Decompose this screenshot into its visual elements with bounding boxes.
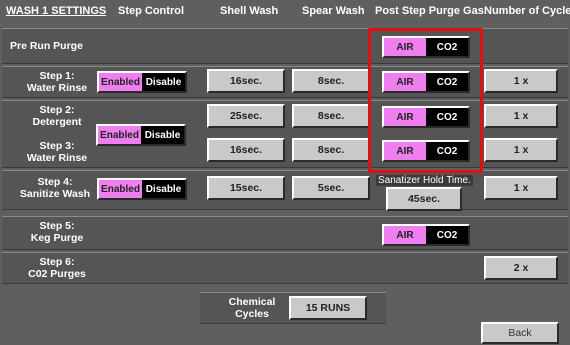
air-option[interactable]: AIR [384, 73, 426, 91]
steps-2-3-control-toggle[interactable]: Enabled Disable [96, 124, 186, 146]
step-4-cycles-button[interactable]: 1 x [484, 176, 558, 200]
step-4-shell-wash-button[interactable]: 15sec. [207, 176, 285, 200]
step-1-name: Water Rinse [26, 82, 88, 94]
pre-run-purge-gas-toggle[interactable]: AIR CO2 [382, 36, 470, 58]
step-5-purge-gas-toggle[interactable]: AIR CO2 [382, 224, 470, 246]
disable-option[interactable]: Disable [141, 126, 184, 144]
step-1-control-toggle[interactable]: Enabled Disable [97, 71, 187, 93]
step-5-name: Keg Purge [30, 232, 84, 244]
step-2-label: Step 2: Detergent [22, 104, 92, 128]
step-3-shell-wash-button[interactable]: 16sec. [207, 138, 285, 162]
step-2-purge-gas-toggle[interactable]: AIR CO2 [382, 106, 470, 128]
step-1-number: Step 1: [39, 70, 75, 82]
step-3-number: Step 3: [39, 140, 75, 152]
step-4-number: Step 4: [37, 176, 73, 188]
column-header-spear-wash: Spear Wash [302, 5, 365, 17]
co2-option[interactable]: CO2 [426, 142, 468, 160]
column-header-step-control: Step Control [118, 5, 184, 17]
step-3-spear-wash-button[interactable]: 8sec. [292, 138, 370, 162]
pre-run-purge-label: Pre Run Purge [10, 40, 83, 52]
step-1-purge-gas-toggle[interactable]: AIR CO2 [382, 71, 470, 93]
step-2-number: Step 2: [39, 104, 75, 116]
chemical-label-line-1: Chemical [228, 296, 276, 308]
co2-option[interactable]: CO2 [426, 38, 468, 56]
step-2-name: Detergent [32, 116, 82, 128]
co2-option[interactable]: CO2 [426, 73, 468, 91]
step-1-shell-wash-button[interactable]: 16sec. [207, 69, 285, 93]
step-3-label: Step 3: Water Rinse [22, 140, 92, 164]
step-3-name: Water Rinse [26, 152, 88, 164]
step-1-spear-wash-button[interactable]: 8sec. [292, 69, 370, 93]
step-3-cycles-button[interactable]: 1 x [484, 138, 558, 162]
enabled-option[interactable]: Enabled [99, 73, 142, 91]
row-pre-run-purge [2, 28, 568, 64]
step-5-label: Step 5: Keg Purge [22, 220, 92, 244]
page-title: WASH 1 SETTINGS [6, 5, 107, 17]
column-header-shell-wash: Shell Wash [220, 5, 279, 17]
step-2-spear-wash-button[interactable]: 8sec. [292, 104, 370, 128]
column-header-cycles: Number of Cycles [484, 5, 570, 17]
step-4-spear-wash-button[interactable]: 5sec. [292, 176, 370, 200]
disable-option[interactable]: Disable [142, 73, 185, 91]
step-6-label: Step 6: C02 Purges [22, 256, 92, 280]
co2-option[interactable]: CO2 [426, 108, 468, 126]
step-2-shell-wash-button[interactable]: 25sec. [207, 104, 285, 128]
enabled-option[interactable]: Enabled [99, 180, 142, 198]
chemical-cycles-label: Chemical Cycles [222, 296, 282, 320]
chemical-label-line-2: Cycles [235, 308, 269, 320]
step-2-cycles-button[interactable]: 1 x [484, 104, 558, 128]
co2-option[interactable]: CO2 [426, 226, 468, 244]
step-1-label: Step 1: Water Rinse [22, 70, 92, 94]
column-header-purge-gas: Post Step Purge Gas [375, 5, 484, 17]
sanitizer-hold-time-label: Sanatizer Hold Time. [376, 175, 473, 186]
step-6-cycles-button[interactable]: 2 x [484, 256, 558, 280]
step-4-label: Step 4: Sanitize Wash [18, 176, 92, 200]
step-5-number: Step 5: [39, 220, 75, 232]
header-bar: WASH 1 SETTINGS Step Control Shell Wash … [0, 0, 570, 22]
air-option[interactable]: AIR [384, 38, 426, 56]
air-option[interactable]: AIR [384, 108, 426, 126]
back-button[interactable]: Back [481, 322, 559, 344]
enabled-option[interactable]: Enabled [98, 126, 141, 144]
step-1-cycles-button[interactable]: 1 x [484, 69, 558, 93]
disable-option[interactable]: Disable [142, 180, 185, 198]
air-option[interactable]: AIR [384, 226, 426, 244]
step-6-name: C02 Purges [28, 268, 86, 280]
step-6-number: Step 6: [39, 256, 75, 268]
step-4-name: Sanitize Wash [19, 188, 91, 200]
air-option[interactable]: AIR [384, 142, 426, 160]
step-4-control-toggle[interactable]: Enabled Disable [97, 178, 187, 200]
step-3-purge-gas-toggle[interactable]: AIR CO2 [382, 140, 470, 162]
chemical-cycles-button[interactable]: 15 RUNS [289, 296, 367, 320]
sanitizer-hold-time-button[interactable]: 45sec. [386, 187, 462, 211]
